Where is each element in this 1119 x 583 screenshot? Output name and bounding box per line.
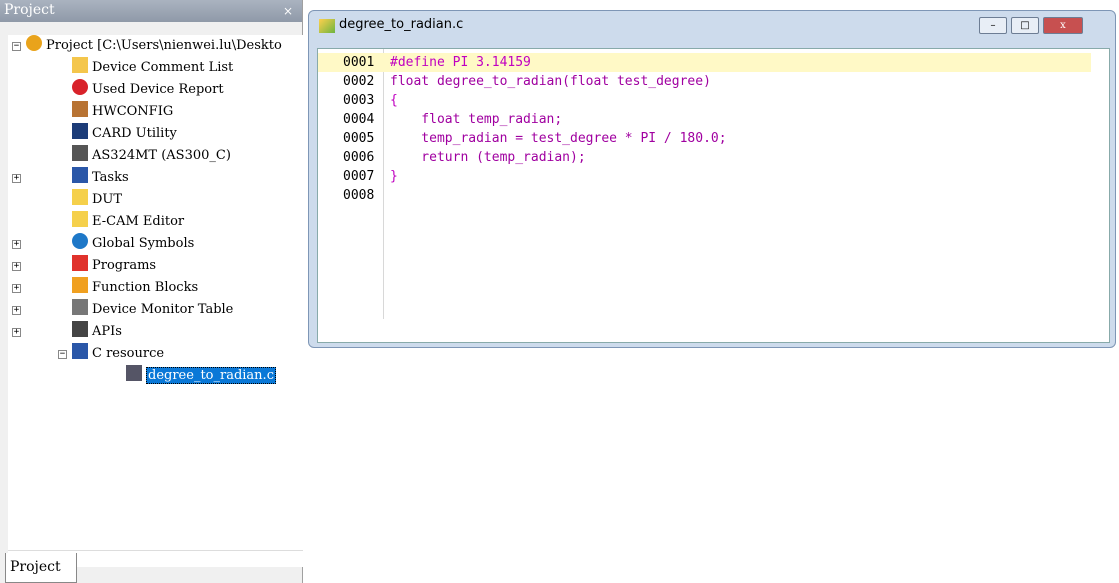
line-number: 0005	[343, 131, 375, 146]
programs-icon	[72, 255, 88, 271]
monitor-icon	[72, 299, 88, 315]
tree-label: APIs	[92, 324, 122, 339]
tree-label: Device Comment List	[92, 60, 234, 75]
minimize-button[interactable]: –	[979, 17, 1007, 34]
code-line: temp_radian = test_degree * PI / 180.0;	[390, 131, 727, 146]
pin-close-controls[interactable]: ×	[273, 4, 297, 18]
expand-toggle[interactable]: +	[12, 306, 21, 315]
tree-label: Programs	[92, 258, 157, 273]
collapse-toggle[interactable]: −	[12, 42, 21, 51]
tree-label: E-CAM Editor	[92, 214, 185, 229]
panel-title-text: Project	[4, 2, 55, 18]
code-editor[interactable]: 0001 0002 0003 0004 0005 0006 0007 0008 …	[317, 48, 1110, 343]
tree-label: Used Device Report	[92, 82, 224, 97]
code-line: float degree_to_radian(float test_degree…	[390, 74, 711, 89]
line-number: 0002	[343, 74, 375, 89]
tree-label: Global Symbols	[92, 236, 195, 251]
line-number: 0004	[343, 112, 375, 127]
editor-window: degree_to_radian.c – □ x 0001 0002 0003 …	[308, 10, 1116, 348]
c-file-icon	[126, 365, 142, 381]
tree-item[interactable]: APIs	[72, 321, 122, 343]
code-line: return (temp_radian);	[390, 150, 586, 165]
tree-item[interactable]: Global Symbols	[72, 233, 194, 255]
comment-icon	[72, 57, 88, 73]
code-line: {	[390, 93, 398, 108]
tree-item[interactable]: Tasks	[72, 167, 129, 189]
cpu-icon	[72, 145, 88, 161]
tasks-icon	[72, 167, 88, 183]
vertical-scrollbar[interactable]	[1091, 49, 1109, 324]
tree-label: Tasks	[92, 170, 129, 185]
tree-item[interactable]: HWCONFIG	[72, 101, 173, 123]
tree-label: degree_to_radian.c	[146, 367, 276, 384]
tree-item[interactable]: AS324MT (AS300_C)	[72, 145, 231, 167]
project-icon	[26, 35, 42, 51]
dut-icon	[72, 189, 88, 205]
globe-icon	[72, 233, 88, 249]
tree-item[interactable]: Used Device Report	[72, 79, 224, 101]
tree-label: Project [C:\Users\nienwei.lu\Deskto	[46, 38, 282, 53]
expand-toggle[interactable]: +	[12, 240, 21, 249]
code-line: float temp_radian;	[390, 112, 563, 127]
expand-toggle[interactable]: +	[12, 174, 21, 183]
close-button[interactable]: x	[1043, 17, 1083, 34]
tree-item[interactable]: DUT	[72, 189, 122, 211]
tree-item[interactable]: CARD Utility	[72, 123, 177, 145]
tree-item[interactable]: Device Monitor Table	[72, 299, 233, 321]
line-number: 0001	[343, 55, 375, 70]
hwconfig-icon	[72, 101, 88, 117]
apis-icon	[72, 321, 88, 337]
tree-item[interactable]: Programs	[72, 255, 156, 277]
panel-title: Project ×	[0, 0, 302, 22]
line-number: 0007	[343, 169, 375, 184]
file-icon	[319, 19, 335, 33]
expand-toggle[interactable]: +	[12, 284, 21, 293]
project-panel: Project × − Project [C:\Users\nienwei.lu…	[0, 0, 303, 583]
project-tree: − Project [C:\Users\nienwei.lu\Deskto De…	[8, 35, 303, 550]
tab-project[interactable]: Project	[5, 553, 77, 583]
collapse-toggle[interactable]: −	[58, 350, 67, 359]
maximize-button[interactable]: □	[1011, 17, 1039, 34]
ecam-icon	[72, 211, 88, 227]
tree-item[interactable]: Function Blocks	[72, 277, 198, 299]
line-number: 0008	[343, 188, 375, 203]
line-number: 0003	[343, 93, 375, 108]
tree-item[interactable]: C resource	[72, 343, 164, 365]
tree-item[interactable]: E-CAM Editor	[72, 211, 184, 233]
code-line: #define PI 3.14159	[390, 55, 531, 70]
horizontal-scrollbar[interactable]	[318, 324, 1093, 342]
tree-label: AS324MT (AS300_C)	[92, 148, 231, 163]
tree-label: C resource	[92, 346, 165, 361]
report-icon	[72, 79, 88, 95]
line-number: 0006	[343, 150, 375, 165]
expand-toggle[interactable]: +	[12, 328, 21, 337]
tree-root[interactable]: Project [C:\Users\nienwei.lu\Deskto	[26, 35, 282, 57]
expand-toggle[interactable]: +	[12, 262, 21, 271]
tree-label: Function Blocks	[92, 280, 199, 295]
card-icon	[72, 123, 88, 139]
code-line: }	[390, 169, 398, 184]
tree-label: CARD Utility	[92, 126, 177, 141]
function-blocks-icon	[72, 277, 88, 293]
tree-item-selected[interactable]: degree_to_radian.c	[126, 365, 276, 387]
tree-label: DUT	[92, 192, 123, 207]
tree-label: HWCONFIG	[92, 104, 174, 119]
c-resource-icon	[72, 343, 88, 359]
tree-item[interactable]: Device Comment List	[72, 57, 233, 79]
tree-label: Device Monitor Table	[92, 302, 234, 317]
